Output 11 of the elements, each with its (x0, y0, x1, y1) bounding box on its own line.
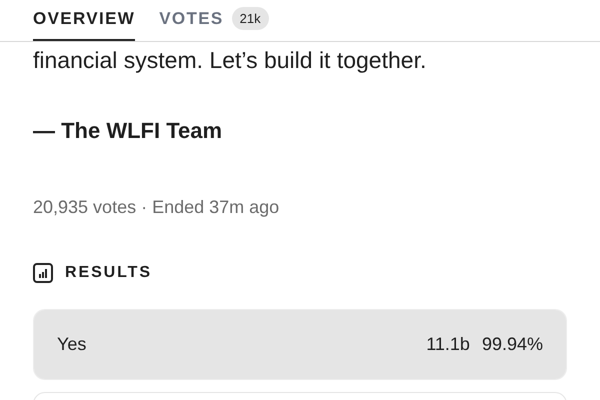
tab[interactable]: VOTES (159, 6, 224, 41)
vote-summary: 20,935 votes · Ended 37m ago (33, 196, 280, 219)
count-badge: 21k (232, 6, 269, 30)
bar-chart-icon (33, 263, 53, 283)
vote-percent: 99.94% (482, 333, 543, 356)
signature: — The WLFI Team (33, 117, 224, 145)
paragraph: financial system. Let’s build it together. (33, 46, 428, 75)
section-heading: RESULTS (65, 263, 152, 283)
vote-amount: 11.1b (426, 333, 470, 356)
option-label: Yes (57, 333, 86, 356)
tab[interactable]: OVERVIEW (33, 6, 136, 41)
